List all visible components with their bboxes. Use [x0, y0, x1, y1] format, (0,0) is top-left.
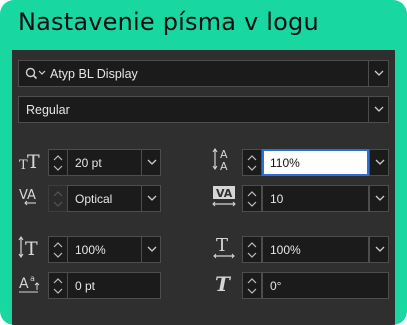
font-size-icon: T T: [19, 151, 40, 173]
page-title: Nastavenie písma v logu: [18, 8, 319, 36]
up-down-arrows-icon: [247, 191, 257, 207]
tracking-dropdown[interactable]: [369, 185, 389, 212]
leading-icon: A A: [212, 148, 228, 172]
character-panel: Atyp BL Display Regular T T 20 pt A A 11…: [12, 50, 395, 325]
svg-text:T: T: [215, 272, 232, 296]
chevron-down-icon: [147, 246, 157, 252]
skew-icon: T: [215, 272, 232, 296]
vertical-scale-value: 100%: [75, 243, 106, 257]
tracking-stepper[interactable]: [242, 185, 262, 212]
skew-value: 0°: [270, 279, 282, 293]
svg-text:A: A: [220, 160, 228, 172]
horizontal-scale-stepper[interactable]: [242, 236, 262, 263]
kerning-input[interactable]: Optical: [67, 185, 142, 212]
horizontal-scale-icon: T: [213, 235, 235, 259]
svg-text:A: A: [19, 276, 29, 292]
font-size-stepper[interactable]: [48, 149, 68, 176]
chevron-down-icon: [375, 195, 385, 201]
kerning-value: Optical: [75, 192, 113, 206]
up-down-arrows-icon: [53, 155, 63, 171]
font-size-dropdown[interactable]: [141, 149, 161, 176]
font-size-input[interactable]: 20 pt: [67, 149, 142, 176]
vertical-scale-dropdown[interactable]: [141, 236, 161, 263]
leading-dropdown[interactable]: [369, 149, 389, 176]
horizontal-scale-input[interactable]: 100%: [262, 236, 369, 263]
up-down-arrows-icon: [53, 191, 63, 207]
up-down-arrows-icon: [247, 278, 257, 294]
vertical-scale-input[interactable]: 100%: [67, 236, 142, 263]
baseline-shift-icon: A a: [19, 274, 40, 293]
svg-text:T: T: [27, 151, 40, 173]
chevron-down-icon: [375, 159, 385, 165]
up-down-arrows-icon: [53, 278, 63, 294]
svg-text:VA: VA: [216, 187, 233, 200]
horizontal-scale-value: 100%: [270, 243, 301, 257]
font-family-select[interactable]: Atyp BL Display: [18, 60, 389, 87]
up-down-arrows-icon: [247, 155, 257, 171]
kerning-stepper[interactable]: [48, 185, 68, 212]
tracking-value: 10: [270, 192, 284, 206]
horizontal-scale-dropdown[interactable]: [369, 236, 389, 263]
up-down-arrows-icon: [53, 242, 63, 258]
skew-stepper[interactable]: [242, 272, 262, 299]
chevron-down-icon: [375, 246, 385, 252]
leading-stepper[interactable]: [242, 149, 262, 176]
search-icon: [25, 67, 46, 80]
tracking-input[interactable]: 10: [262, 185, 369, 212]
up-down-arrows-icon: [247, 242, 257, 258]
vertical-scale-icon: T: [18, 236, 38, 260]
leading-value: 110%: [270, 156, 300, 170]
font-family-value: Atyp BL Display: [50, 67, 138, 81]
chevron-down-icon: [374, 70, 384, 76]
chevron-down-icon: [147, 159, 157, 165]
leading-input[interactable]: 110%: [262, 149, 369, 176]
svg-text:T: T: [216, 235, 228, 256]
kerning-dropdown[interactable]: [141, 185, 161, 212]
baseline-shift-value: 0 pt: [75, 279, 96, 293]
kerning-icon: V A: [19, 188, 36, 206]
skew-input[interactable]: 0°: [262, 272, 389, 299]
svg-text:a: a: [30, 274, 35, 283]
chevron-down-icon: [147, 195, 157, 201]
baseline-shift-input[interactable]: 0 pt: [67, 272, 161, 299]
font-size-value: 20 pt: [75, 156, 102, 170]
card: Nastavenie písma v logu Atyp BL Display …: [0, 0, 407, 325]
svg-text:T: T: [25, 238, 38, 260]
font-family-dropdown-button[interactable]: [368, 61, 388, 86]
font-style-value: Regular: [26, 103, 70, 117]
svg-text:A: A: [27, 188, 36, 203]
chevron-down-icon: [374, 106, 384, 112]
vertical-scale-stepper[interactable]: [48, 236, 68, 263]
baseline-shift-stepper[interactable]: [48, 272, 68, 299]
font-style-select[interactable]: Regular: [18, 96, 389, 123]
tracking-icon: VA: [212, 186, 236, 207]
font-style-dropdown-button[interactable]: [368, 97, 388, 122]
